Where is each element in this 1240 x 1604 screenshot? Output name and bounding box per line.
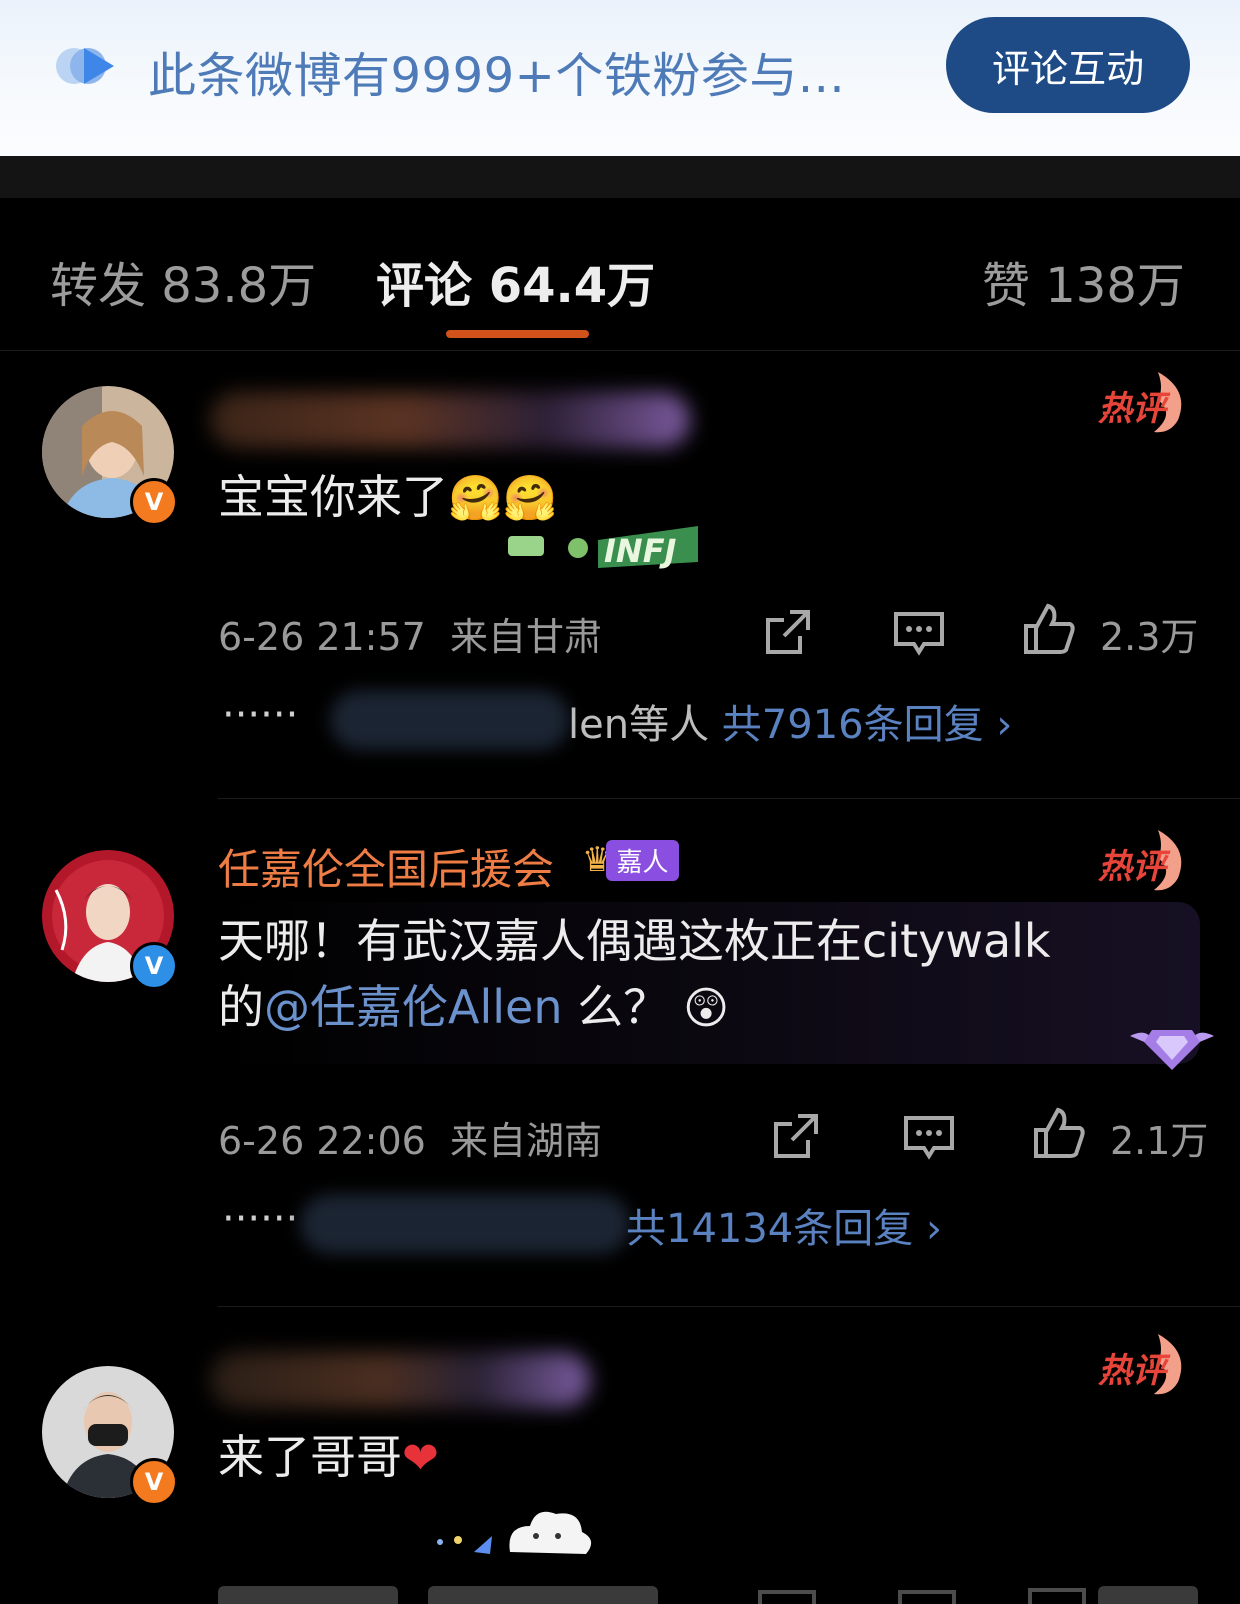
avatar[interactable]: V <box>42 1366 178 1506</box>
verified-icon: V <box>130 1458 178 1506</box>
diamond-badge-icon <box>1130 1030 1214 1070</box>
username-redacted <box>210 392 690 448</box>
share-icon[interactable] <box>760 606 814 660</box>
tab-reposts[interactable]: 转发 83.8万 <box>50 246 316 316</box>
reply-summary[interactable]: ······ <box>222 1196 298 1242</box>
like-count: 2.1万 <box>1110 1119 1209 1163</box>
reply-names-redacted <box>330 690 570 750</box>
mention-link[interactable]: @任嘉伦Allen <box>264 980 562 1034</box>
verified-icon: V <box>130 942 178 990</box>
chevron-right-icon: › <box>996 702 1013 748</box>
svg-text:热评: 热评 <box>1098 847 1171 887</box>
reply-summary[interactable]: ······ <box>222 692 298 738</box>
comment-item: V 热评 宝宝你来了🤗🤗 INFJ 6-26 21:57 来自甘肃 2.3万 ·… <box>0 352 1240 800</box>
active-tab-indicator <box>446 330 589 338</box>
comment-interact-button[interactable]: 评论互动 <box>946 17 1190 113</box>
avatar[interactable]: V <box>42 850 178 990</box>
banner-text: 此条微博有9999+个铁粉参与... <box>148 48 846 104</box>
verified-icon: V <box>130 478 178 526</box>
cloud-sticker-icon <box>437 1511 592 1554</box>
reply-summary-tail[interactable]: len等人 共7916条回复 › <box>568 692 1012 750</box>
hot-comment-icon: 热评 <box>1098 1334 1182 1395</box>
infj-sticker-icon: INFJ <box>508 526 698 570</box>
comment-location: 来自湖南 <box>450 1119 603 1163</box>
surprised-emoji-icon: 😲 <box>669 983 729 1034</box>
fan-tag: 嘉人 <box>606 839 679 881</box>
eye-banner-icon <box>56 48 114 84</box>
reply-names-redacted <box>300 1194 630 1254</box>
comment-icon[interactable] <box>892 606 946 660</box>
tab-comments[interactable]: 评论 64.4万 <box>376 246 655 316</box>
divider <box>218 1306 1240 1307</box>
stats-tabs: 转发 83.8万 评论 64.4万 赞 138万 <box>0 198 1240 351</box>
comment-item: V 任嘉伦全国后援会 ♛ 嘉人 热评 天哪！有武汉嘉人偶遇这枚正在citywal… <box>0 810 1240 1310</box>
hot-comment-icon: 热评 <box>1098 830 1182 891</box>
like-icon[interactable] <box>1032 1106 1086 1160</box>
comment-location: 来自甘肃 <box>450 615 603 659</box>
comment-time: 6-26 21:57 <box>218 615 426 659</box>
share-icon[interactable] <box>768 1110 822 1164</box>
divider <box>218 798 1240 799</box>
like-icon[interactable] <box>1022 602 1076 656</box>
username-redacted <box>210 1352 590 1408</box>
comment-text: 宝宝你来了🤗🤗 <box>218 470 558 524</box>
svg-text:热评: 热评 <box>1098 1351 1171 1391</box>
tab-likes[interactable]: 赞 138万 <box>982 246 1185 316</box>
reply-count-link[interactable]: 共7916条回复 <box>722 702 984 748</box>
cut-off-meta-row <box>218 1568 1218 1604</box>
like-count: 2.3万 <box>1100 615 1199 659</box>
comment-text: 来了哥哥❤ <box>218 1430 439 1484</box>
comment-text: 天哪！有武汉嘉人偶遇这枚正在citywalk <box>218 914 1051 968</box>
hot-comment-icon: 热评 <box>1098 372 1182 433</box>
comment-meta: 6-26 22:06 来自湖南 <box>218 1110 602 1165</box>
reply-summary-tail[interactable]: 共14134条回复 › <box>626 1196 942 1254</box>
avatar[interactable]: V <box>42 386 178 526</box>
chevron-right-icon: › <box>925 1206 942 1252</box>
comment-item: V 热评 来了哥哥❤ <box>0 1316 1240 1604</box>
fan-badge: ♛ 嘉人 <box>582 838 679 882</box>
fan-interaction-banner[interactable]: 此条微博有9999+个铁粉参与... 评论互动 <box>0 0 1240 156</box>
username[interactable]: 任嘉伦全国后援会 <box>218 836 554 897</box>
comment-text-line2: 的@任嘉伦Allen 么？ 😲 <box>218 980 729 1034</box>
comment-time: 6-26 22:06 <box>218 1119 426 1163</box>
section-gap <box>0 156 1240 198</box>
svg-text:热评: 热评 <box>1098 389 1171 429</box>
heart-emoji-icon: ❤ <box>402 1433 439 1484</box>
comment-icon[interactable] <box>902 1110 956 1164</box>
comment-meta: 6-26 21:57 来自甘肃 <box>218 606 602 661</box>
svg-text:INFJ: INFJ <box>604 532 677 570</box>
reply-count-link[interactable]: 共14134条回复 <box>626 1206 913 1252</box>
